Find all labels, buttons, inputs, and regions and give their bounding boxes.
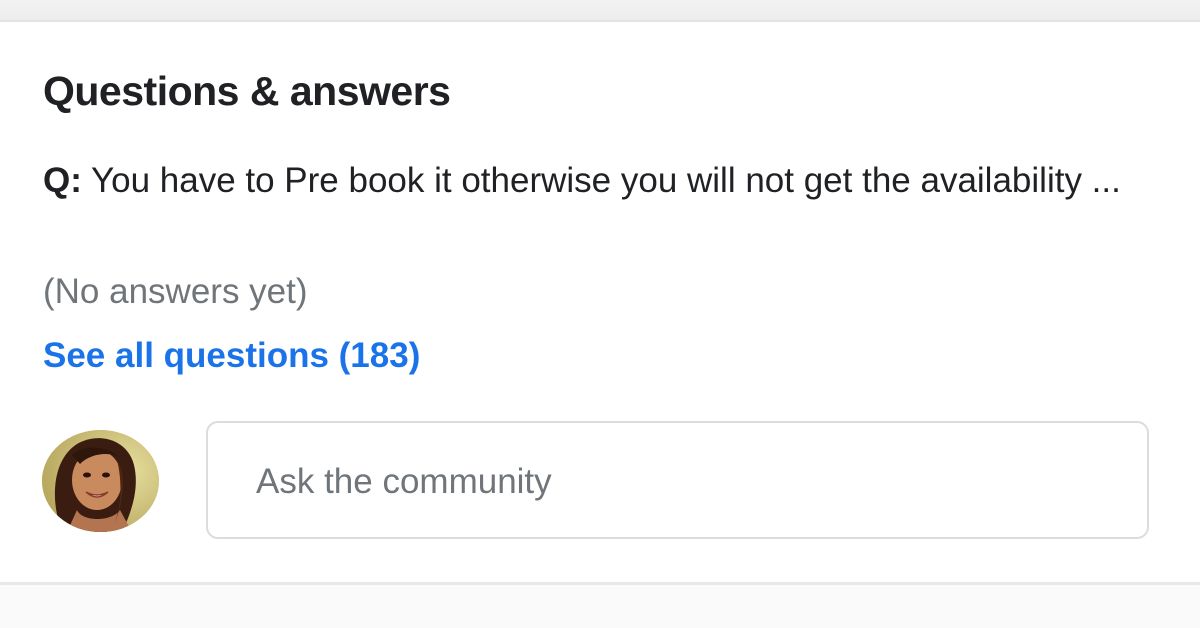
ask-community-placeholder: Ask the community [256,462,552,501]
question-text: You have to Pre book it otherwise you wi… [90,161,1121,200]
ask-community-input[interactable]: Ask the community [206,421,1149,539]
top-shade [0,0,1200,20]
section-title: Questions & answers [43,68,451,114]
see-all-questions-link[interactable]: See all questions (183) [43,334,420,378]
top-divider [0,20,1200,22]
no-answers-text: (No answers yet) [43,272,308,311]
question-item[interactable]: Q: You have to Pre book it otherwise you… [43,160,1133,202]
avatar-photo [42,430,159,532]
bottom-shade [0,585,1200,628]
question-prefix: Q: [43,161,82,200]
user-avatar [42,430,159,532]
